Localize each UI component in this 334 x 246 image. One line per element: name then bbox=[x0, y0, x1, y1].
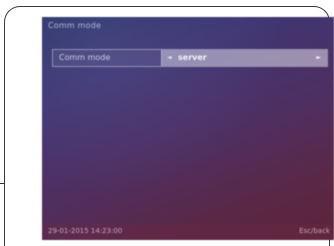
side-tick bbox=[0, 183, 5, 184]
comm-mode-setting-row[interactable]: Comm mode ◄ server ► bbox=[52, 49, 328, 67]
date-time: 29-01-2015 14:23:00 bbox=[48, 227, 123, 235]
esc-back-button[interactable]: Esc/back bbox=[299, 227, 330, 235]
screen-title: Comm mode bbox=[48, 21, 102, 30]
setting-value: server bbox=[178, 53, 207, 62]
arrow-right-icon[interactable]: ► bbox=[316, 50, 321, 66]
status-bar: 29-01-2015 14:23:00 Esc/back bbox=[42, 224, 334, 240]
setting-label: Comm mode bbox=[59, 53, 111, 62]
comm-mode-selector[interactable]: ◄ server ► bbox=[161, 50, 327, 66]
arrow-left-icon[interactable]: ◄ bbox=[167, 50, 172, 66]
device-screen: Comm mode Comm mode ◄ server ► 29-01-201… bbox=[42, 17, 334, 240]
